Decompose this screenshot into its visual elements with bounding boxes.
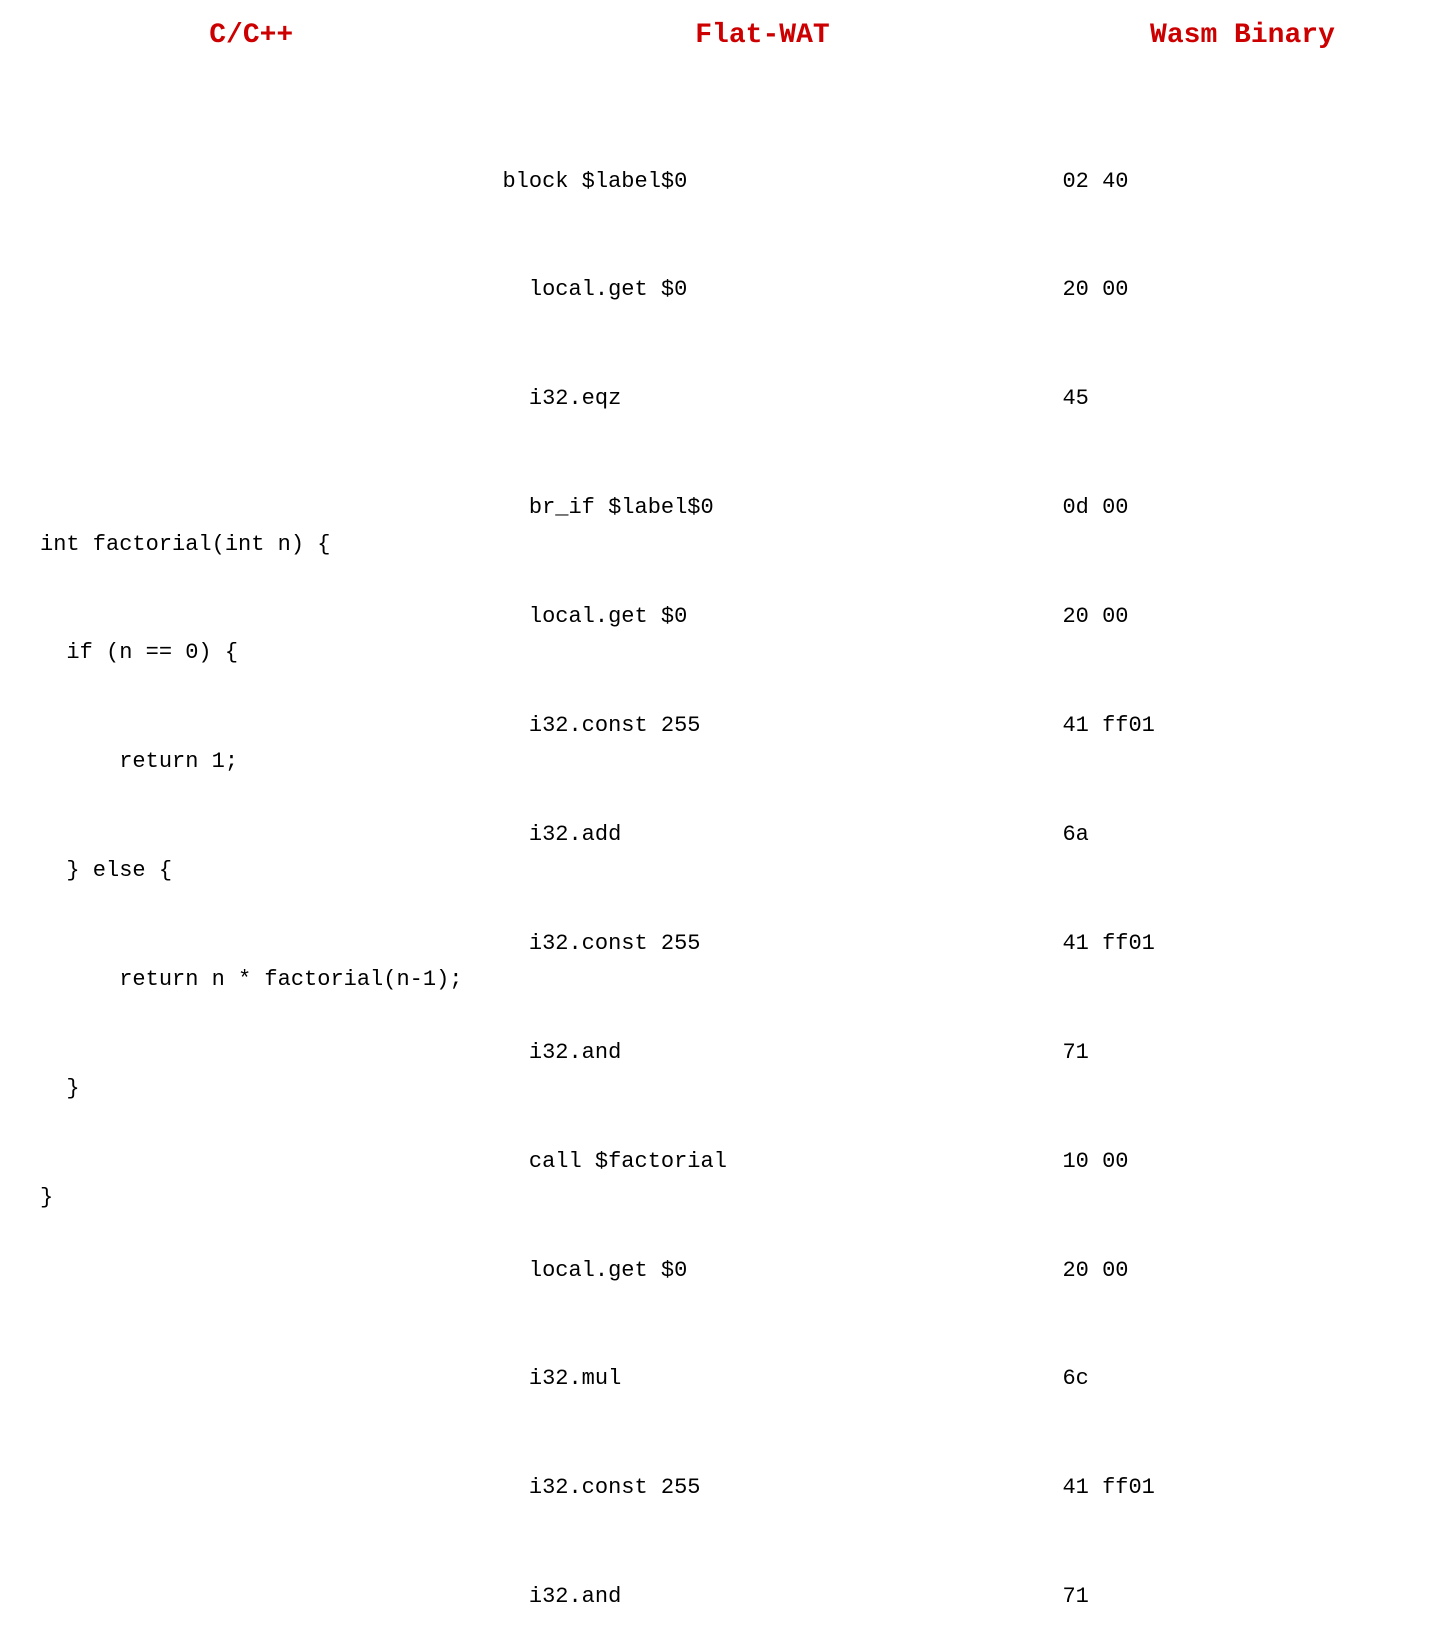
wasm-line-10: 10 00 bbox=[1062, 1144, 1154, 1180]
wasm-line-14: 71 bbox=[1062, 1579, 1154, 1615]
flatwat-line-6: i32.const 255 bbox=[502, 708, 726, 744]
flatwat-line-1: block $label$0 bbox=[502, 164, 726, 200]
flatwat-code: block $label$0 local.get $0 i32.eqz br_i… bbox=[502, 91, 726, 1644]
flatwat-line-13: i32.const 255 bbox=[502, 1470, 726, 1506]
flatwat-column: Flat-WAT block $label$0 local.get $0 i32… bbox=[482, 20, 1042, 1644]
flatwat-line-5: local.get $0 bbox=[502, 599, 726, 635]
cpp-line-8: return 1; bbox=[40, 744, 462, 780]
cpp-header: C/C++ bbox=[40, 20, 462, 51]
flatwat-header: Flat-WAT bbox=[502, 20, 1022, 51]
cpp-column: C/C++ int factorial(int n) { if (n == 0)… bbox=[0, 20, 482, 1644]
cpp-line-6: int factorial(int n) { bbox=[40, 527, 462, 563]
cpp-line-11: } bbox=[40, 1071, 462, 1107]
flatwat-line-10: call $factorial bbox=[502, 1144, 726, 1180]
flatwat-line-8: i32.const 255 bbox=[502, 926, 726, 962]
flatwat-line-11: local.get $0 bbox=[502, 1253, 726, 1289]
wasm-column: Wasm Binary 02 40 20 00 45 0d 00 20 00 4… bbox=[1042, 20, 1438, 1644]
wasm-line-7: 6a bbox=[1062, 817, 1154, 853]
cpp-line-10: return n * factorial(n-1); bbox=[40, 962, 462, 998]
flatwat-line-14: i32.and bbox=[502, 1579, 726, 1615]
flatwat-line-4: br_if $label$0 bbox=[502, 490, 726, 526]
cpp-line-7: if (n == 0) { bbox=[40, 635, 462, 671]
wasm-line-12: 6c bbox=[1062, 1361, 1154, 1397]
flatwat-line-3: i32.eqz bbox=[502, 381, 726, 417]
wasm-line-13: 41 ff01 bbox=[1062, 1470, 1154, 1506]
cpp-line-9: } else { bbox=[40, 853, 462, 889]
wasm-line-8: 41 ff01 bbox=[1062, 926, 1154, 962]
cpp-code: int factorial(int n) { if (n == 0) { ret… bbox=[40, 91, 462, 1289]
wasm-line-11: 20 00 bbox=[1062, 1253, 1154, 1289]
flatwat-line-7: i32.add bbox=[502, 817, 726, 853]
wasm-line-5: 20 00 bbox=[1062, 599, 1154, 635]
wasm-line-9: 71 bbox=[1062, 1035, 1154, 1071]
wasm-code: 02 40 20 00 45 0d 00 20 00 41 ff01 6a 41… bbox=[1062, 91, 1154, 1644]
flatwat-line-9: i32.and bbox=[502, 1035, 726, 1071]
wasm-line-2: 20 00 bbox=[1062, 272, 1154, 308]
flatwat-line-2: local.get $0 bbox=[502, 272, 726, 308]
wasm-line-3: 45 bbox=[1062, 381, 1154, 417]
wasm-line-4: 0d 00 bbox=[1062, 490, 1154, 526]
cpp-line-12: } bbox=[40, 1180, 462, 1216]
wasm-line-1: 02 40 bbox=[1062, 164, 1154, 200]
wasm-line-6: 41 ff01 bbox=[1062, 708, 1154, 744]
flatwat-line-12: i32.mul bbox=[502, 1361, 726, 1397]
wasm-header: Wasm Binary bbox=[1062, 20, 1422, 51]
